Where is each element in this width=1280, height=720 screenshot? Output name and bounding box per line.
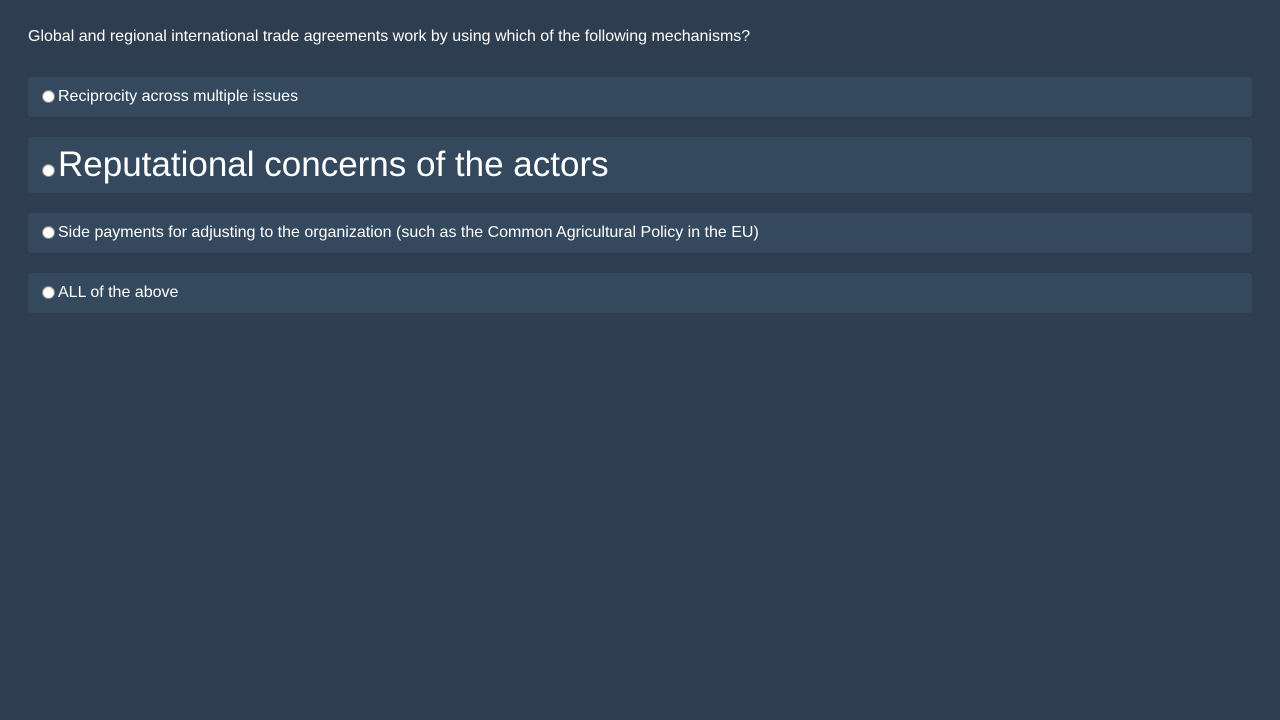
radio-button[interactable]	[42, 286, 55, 299]
answer-label: ALL of the above	[58, 284, 179, 301]
answer-option-side-payments[interactable]: Side payments for adjusting to the organ…	[28, 213, 1252, 253]
question-text: Global and regional international trade …	[28, 28, 751, 45]
radio-button[interactable]	[42, 226, 55, 239]
quiz-container: Global and regional international trade …	[28, 0, 1252, 333]
answer-label: Reputational concerns of the actors	[58, 145, 609, 184]
answer-option-all[interactable]: ALL of the above	[28, 273, 1252, 313]
answer-label: Side payments for adjusting to the organ…	[58, 224, 759, 241]
radio-button[interactable]	[42, 164, 55, 177]
answer-label: Reciprocity across multiple issues	[58, 88, 299, 105]
answer-option-reciprocity[interactable]: Reciprocity across multiple issues	[28, 77, 1252, 117]
radio-button[interactable]	[42, 90, 55, 103]
answer-option-reputational[interactable]: Reputational concerns of the actors	[28, 137, 1252, 193]
